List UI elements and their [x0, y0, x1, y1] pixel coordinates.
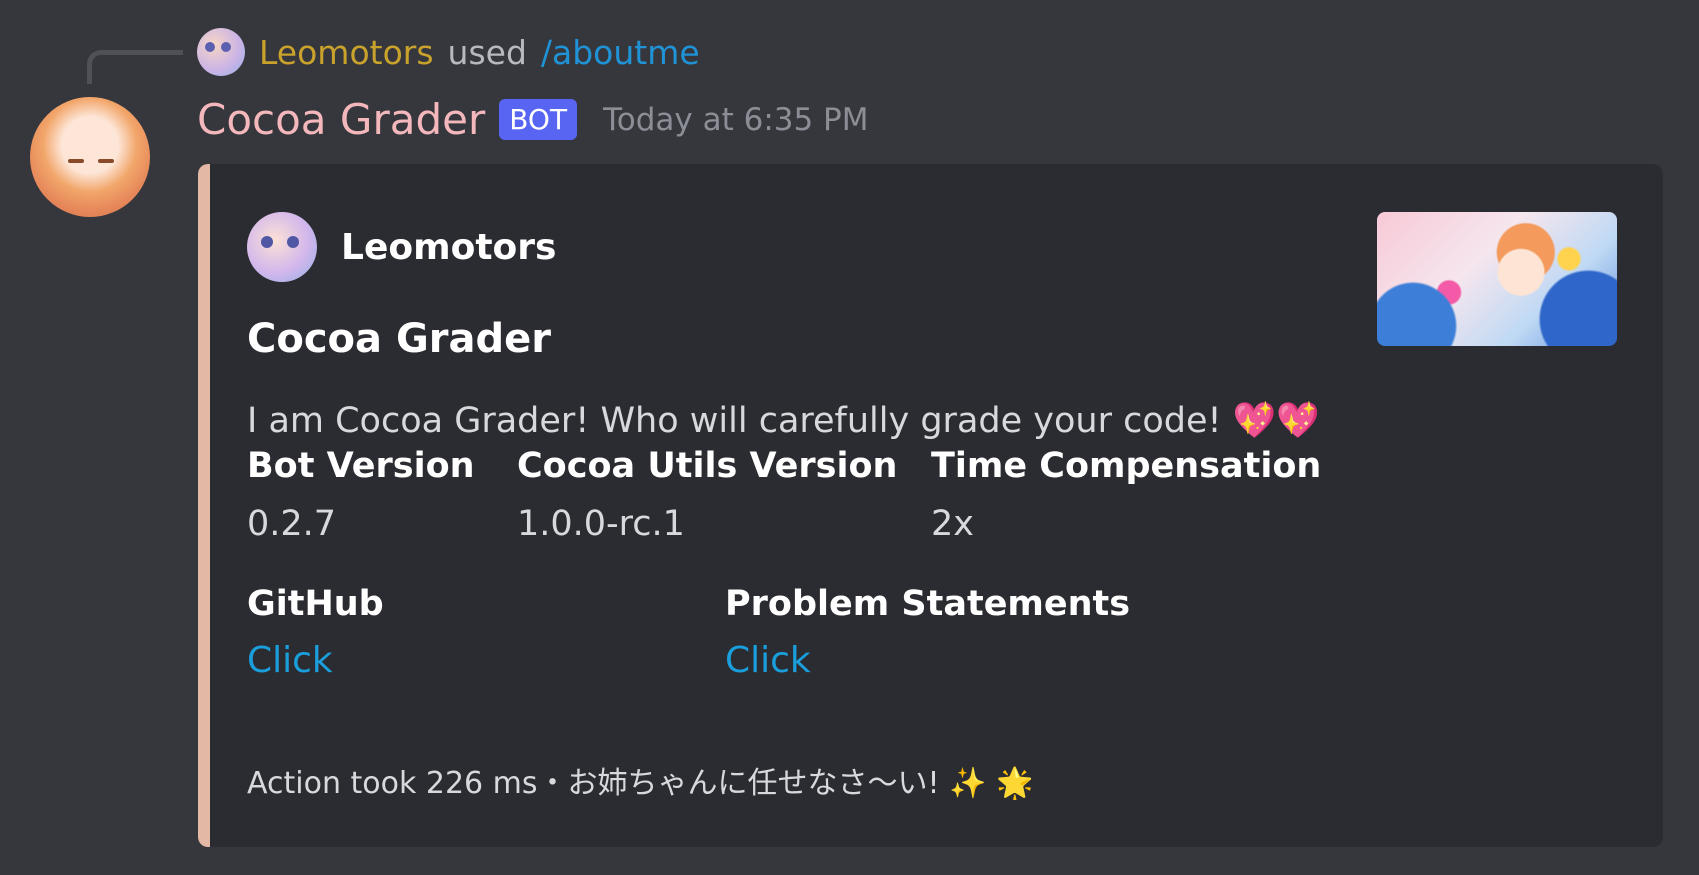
embed-thumbnail[interactable]	[1377, 212, 1617, 346]
message-header: Cocoa Grader BOT Today at 6:35 PM	[197, 95, 869, 144]
field-value: 0.2.7	[247, 504, 337, 544]
field-value: 1.0.0-rc.1	[517, 504, 685, 544]
reply-reference[interactable]: Leomotors used /aboutme	[197, 28, 700, 76]
field-time-compensation: Time Compensation 2x	[931, 446, 1321, 544]
field-name: Problem Statements	[725, 584, 1131, 624]
field-utils-version: Cocoa Utils Version 1.0.0-rc.1	[517, 446, 897, 544]
github-link[interactable]: Click	[247, 640, 384, 681]
bot-username[interactable]: Cocoa Grader	[197, 95, 485, 144]
embed-author: Leomotors	[247, 212, 556, 282]
field-value: 2x	[931, 504, 974, 544]
field-name: Cocoa Utils Version	[517, 446, 898, 486]
field-name: GitHub	[247, 584, 384, 624]
field-name: Time Compensation	[931, 446, 1322, 486]
reply-connector	[87, 50, 183, 84]
bot-badge: BOT	[499, 99, 578, 140]
field-github: GitHub Click	[247, 584, 384, 681]
embed-author-avatar	[247, 212, 317, 282]
discord-message-view: Leomotors used /aboutme Cocoa Grader BOT…	[0, 0, 1699, 875]
reply-used-text: used	[447, 32, 527, 72]
field-bot-version: Bot Version 0.2.7	[247, 446, 475, 544]
embed-accent-bar	[198, 164, 210, 847]
embed-description-text: I am Cocoa Grader! Who will carefully gr…	[247, 401, 1222, 441]
embed-title: Cocoa Grader	[247, 316, 551, 362]
message-timestamp[interactable]: Today at 6:35 PM	[603, 102, 868, 138]
bot-avatar[interactable]	[30, 97, 150, 217]
embed-card: Leomotors Cocoa Grader I am Cocoa Grader…	[198, 164, 1663, 847]
field-problem-statements: Problem Statements Click	[725, 584, 1130, 681]
field-name: Bot Version	[247, 446, 475, 486]
sparkling-heart-icon: 💖💖	[1232, 401, 1320, 441]
embed-content: Leomotors Cocoa Grader I am Cocoa Grader…	[247, 164, 1663, 847]
avatar-eye-right	[98, 159, 114, 163]
reply-user-avatar[interactable]	[197, 28, 245, 76]
problem-statements-link[interactable]: Click	[725, 640, 1130, 681]
embed-description: I am Cocoa Grader! Who will carefully gr…	[247, 400, 1320, 441]
avatar-eye-left	[68, 159, 84, 163]
reply-username[interactable]: Leomotors	[259, 33, 434, 72]
slash-command[interactable]: /aboutme	[541, 33, 700, 72]
embed-footer: Action took 226 ms・お姉ちゃんに任せなさ〜い! ✨ 🌟	[247, 766, 1034, 801]
embed-author-name: Leomotors	[341, 226, 557, 268]
